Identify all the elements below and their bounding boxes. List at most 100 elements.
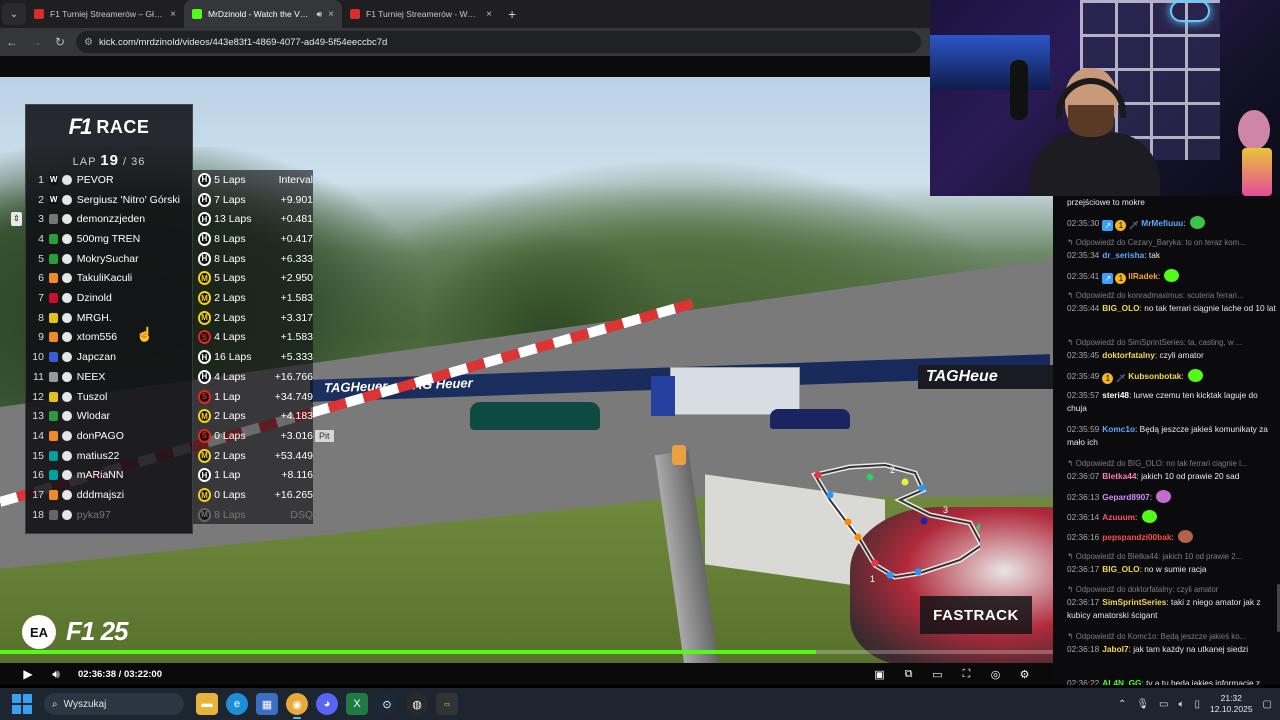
tab-search-chevron-icon[interactable]: ⌄ (2, 3, 26, 25)
network-icon[interactable]: ▭ (1159, 699, 1168, 710)
video-progress-bar[interactable] (0, 650, 1053, 654)
back-arrow-icon[interactable]: ← (0, 35, 24, 49)
store-icon[interactable]: ▦ (256, 693, 278, 715)
file-explorer-icon[interactable]: ▬ (196, 693, 218, 715)
tyre-compound-icon: M (197, 291, 212, 306)
chat-username[interactable]: dr_serisha (1102, 250, 1144, 260)
message-text: przejściowe to mokre (1067, 197, 1145, 207)
chat-message: 02:36:17 SimSprintSeries: taki z niego am… (1067, 597, 1261, 620)
chat-username[interactable]: Jabol7 (1102, 644, 1128, 654)
clip-icon[interactable]: ⧉ (894, 668, 923, 681)
tab-audio-icon[interactable]: 🔊︎ (316, 9, 322, 20)
chat-username[interactable]: Gepard8907 (1102, 492, 1150, 502)
chat-message: 02:35:30 ↗ 1 🗡︎ MrMefiuuu: (1067, 216, 1279, 231)
tab-close-icon[interactable]: × (328, 9, 334, 20)
steam-icon[interactable]: ⊙ (376, 693, 398, 715)
chat-username[interactable]: SimSprintSeries (1102, 597, 1166, 607)
app-icon[interactable]: ▭ (436, 693, 458, 715)
chat-username[interactable]: doktorfatalny (1102, 350, 1155, 360)
position: 18 (32, 508, 44, 521)
chat-username[interactable]: AL4N_GG (1102, 678, 1141, 685)
tyre-laps: 1 Lap (214, 390, 241, 403)
tyre-laps: 8 Laps (214, 508, 246, 521)
sidebar-toggle-icon[interactable]: ⇕ (11, 212, 22, 226)
chat-username[interactable]: BIG_OLO (1102, 303, 1139, 313)
team-logo-icon: W (48, 194, 59, 205)
sword-badge-icon: 🗡︎ (1115, 374, 1126, 383)
reload-icon[interactable]: ↻ (48, 35, 72, 49)
volume-icon[interactable]: 🔊︎ (42, 667, 70, 682)
emote-icon (1187, 369, 1203, 382)
chevron-up-icon[interactable]: ⌃ (1118, 699, 1126, 710)
settings-gear-icon[interactable]: ⚙ (1010, 668, 1039, 681)
reply-icon: ↰ (1067, 552, 1076, 561)
reply-text: Odpowiedź do Cezary_Baryka: to on teraz … (1075, 238, 1246, 247)
microphone-icon[interactable]: 🎙︎ (1136, 699, 1149, 710)
site-info-icon[interactable]: ⚙ (84, 37, 93, 48)
country-flag-icon (62, 490, 72, 501)
edge-icon[interactable]: e (226, 693, 248, 715)
taskbar-search[interactable]: ⌕ Wyszukaj (44, 693, 184, 715)
driver-name: Dzinold (76, 292, 112, 305)
chat-message: 02:35:59 Komc1o: Będą jeszcze jakieś komu… (1067, 424, 1268, 447)
chat-username[interactable]: Bletka44 (1102, 471, 1136, 481)
driver-name: Japczan (76, 351, 116, 364)
sword-badge-icon: 🗡︎ (1128, 221, 1139, 230)
browser-tab[interactable]: F1 Turniej Streamerów – Głosow × (26, 0, 184, 28)
theater-mode-icon[interactable]: ▭ (923, 668, 952, 681)
fastrack-logo: FASTRACK (920, 596, 1032, 634)
forward-arrow-icon[interactable]: → (24, 35, 48, 49)
chat-username[interactable]: pepspandzi00bak (1102, 532, 1171, 542)
message-time: 02:36:14 (1067, 512, 1100, 522)
chrome-icon[interactable]: ◉ (286, 693, 308, 719)
position: 7 (38, 292, 44, 305)
message-time: 02:36:13 (1067, 492, 1100, 502)
notification-icon[interactable]: ▢ (1263, 699, 1272, 710)
emote-icon (1156, 490, 1172, 503)
url-bar[interactable]: ⚙ kick.com/mrdzinold/videos/443e83f1-486… (76, 31, 921, 53)
taskbar-clock[interactable]: 21:32 12.10.2025 (1210, 693, 1253, 715)
play-icon[interactable]: ▶ (14, 667, 42, 681)
team-logo-icon (48, 312, 59, 323)
game-app-icon[interactable]: ◍ (406, 693, 428, 715)
discord-icon[interactable]: ◕ (316, 693, 338, 715)
gap-time: +5.333 (280, 351, 314, 364)
url-text: kick.com/mrdzinold/videos/443e83f1-4869-… (98, 36, 388, 48)
country-flag-icon (62, 411, 72, 422)
position: 2 (38, 193, 44, 206)
excel-icon[interactable]: X (346, 693, 368, 715)
reply-icon: ↰ (1067, 632, 1076, 641)
position: 3 (38, 213, 44, 226)
new-tab-plus-icon[interactable]: + (508, 6, 516, 22)
country-flag-icon (62, 332, 72, 343)
chat-username[interactable]: steri48 (1102, 390, 1129, 400)
tyre-laps: 8 Laps (214, 252, 246, 265)
tab-close-icon[interactable]: × (486, 9, 492, 20)
chat-message: 02:35:44 BIG_OLO: no tak ferrari ciągnie … (1067, 303, 1276, 313)
tyre-compound-icon: H (197, 369, 212, 384)
neon-sign (1170, 0, 1210, 22)
tab-favicon-icon (192, 9, 202, 19)
reply-icon: ↰ (1067, 459, 1076, 468)
tyre-compound-icon: H (197, 251, 212, 266)
chat-username[interactable]: MrMefiuuu (1141, 218, 1183, 228)
pip-icon[interactable]: ▣ (865, 668, 894, 681)
message-text: no w sumie racja (1144, 564, 1207, 574)
battery-icon[interactable]: ▯ (1194, 699, 1200, 710)
browser-tab[interactable]: MrDzinold - Watch the VOD 🔊︎ × (184, 0, 342, 28)
gap-time: +0.417 (280, 232, 314, 245)
browser-tab[interactable]: F1 Turniej Streamerów - Walka × (342, 0, 500, 28)
chat-username[interactable]: llRadek (1128, 271, 1158, 281)
windows-start-icon[interactable] (12, 694, 32, 714)
chat-username[interactable]: Kubsonbotak (1128, 371, 1181, 381)
reply-icon: ↰ (1067, 291, 1076, 300)
fullscreen-icon[interactable]: ⛶ (952, 668, 981, 681)
speaker-icon[interactable]: 🔈︎ (1178, 699, 1184, 710)
chat-username[interactable]: BIG_OLO (1102, 564, 1139, 574)
windows-taskbar: ⌕ Wyszukaj ▬ e ▦ ◉ ◕ X ⊙ ◍ ▭ ⌃ 🎙︎ ▭ 🔈︎ ▯… (0, 688, 1280, 720)
message-time: 02:36:16 (1067, 532, 1100, 542)
speed-icon[interactable]: ◎ (981, 668, 1010, 681)
chat-username[interactable]: Komc1o (1102, 424, 1135, 434)
chat-username[interactable]: Azuuum (1102, 512, 1135, 522)
tab-close-icon[interactable]: × (170, 9, 176, 20)
